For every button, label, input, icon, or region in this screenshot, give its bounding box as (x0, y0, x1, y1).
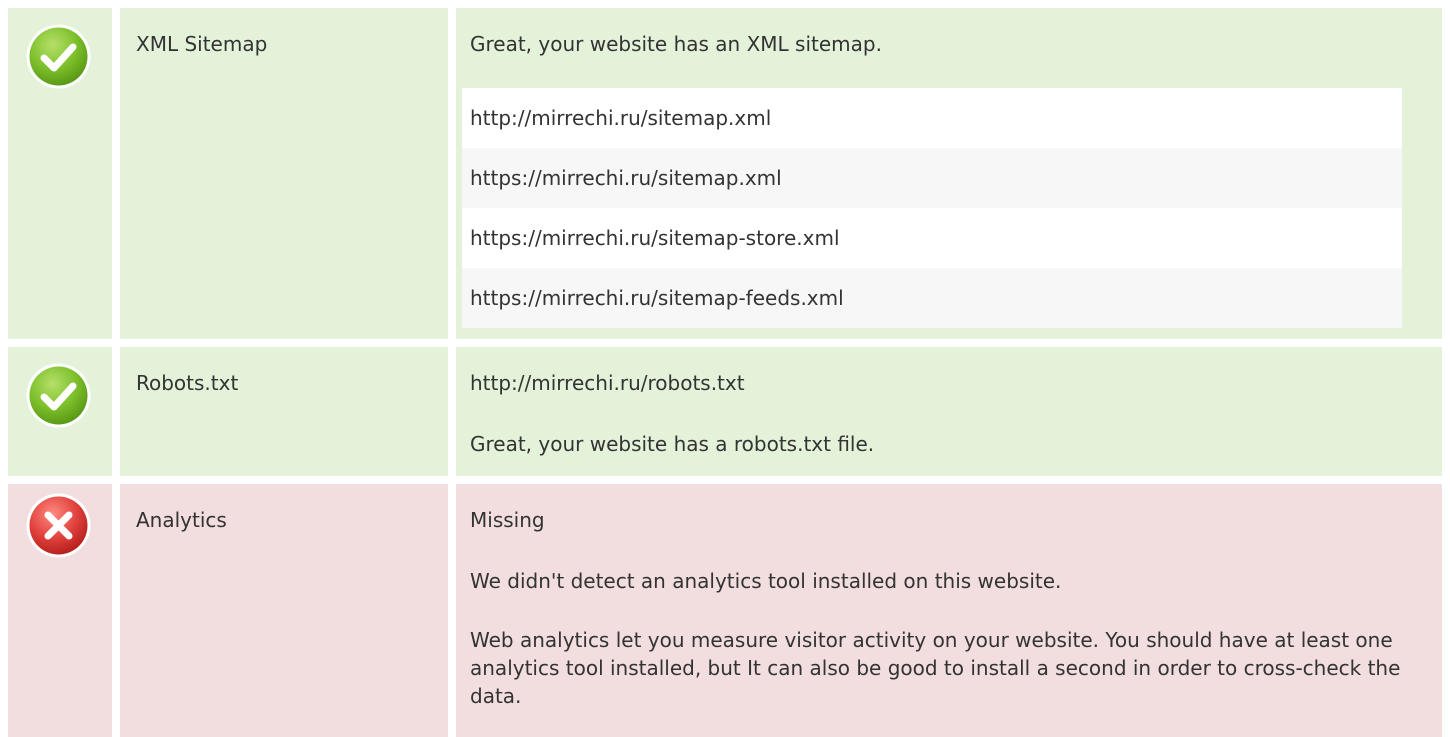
check-label: Robots.txt (136, 371, 239, 395)
seo-report: XML Sitemap Great, your website has an X… (0, 0, 1450, 737)
check-body-cell: http://mirrechi.ru/robots.txt Great, you… (456, 347, 1442, 476)
check-row-robots-txt: Robots.txt http://mirrechi.ru/robots.txt… (8, 347, 1442, 476)
analytics-status: Missing (470, 508, 545, 532)
sitemap-url-item: http://mirrechi.ru/sitemap.xml (462, 88, 1402, 148)
sitemap-url-item: https://mirrechi.ru/sitemap-feeds.xml (462, 268, 1402, 328)
analytics-advice: Web analytics let you measure visitor ac… (470, 628, 1401, 708)
sitemap-url-item: https://mirrechi.ru/sitemap.xml (462, 148, 1402, 208)
check-label-cell: XML Sitemap (120, 8, 448, 339)
check-label: XML Sitemap (136, 32, 268, 56)
check-message: We didn't detect an analytics tool insta… (470, 569, 1062, 593)
check-message: Great, your website has an XML sitemap. (470, 32, 882, 56)
status-cell (8, 484, 112, 737)
error-circle-icon (26, 493, 91, 558)
check-label-cell: Robots.txt (120, 347, 448, 476)
check-label: Analytics (136, 508, 227, 532)
check-body-cell: Great, your website has an XML sitemap. … (456, 8, 1442, 339)
check-row-xml-sitemap: XML Sitemap Great, your website has an X… (8, 8, 1442, 339)
check-message: Great, your website has a robots.txt fil… (470, 432, 875, 456)
check-body-cell: Missing We didn't detect an analytics to… (456, 484, 1442, 737)
check-row-analytics: Analytics Missing We didn't detect an an… (8, 484, 1442, 737)
sitemap-url-item: https://mirrechi.ru/sitemap-store.xml (462, 208, 1402, 268)
check-label-cell: Analytics (120, 484, 448, 737)
sitemap-url-list: http://mirrechi.ru/sitemap.xml https://m… (462, 88, 1402, 328)
check-circle-icon (26, 363, 91, 428)
robots-url: http://mirrechi.ru/robots.txt (470, 371, 745, 395)
status-cell (8, 8, 112, 339)
status-cell (8, 347, 112, 476)
check-circle-icon (26, 24, 91, 89)
